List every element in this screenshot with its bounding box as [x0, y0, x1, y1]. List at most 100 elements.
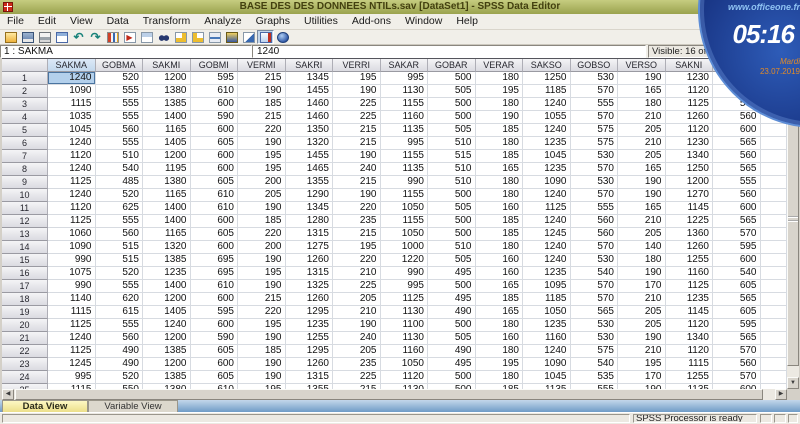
data-cell[interactable]: 240 [333, 163, 381, 176]
data-cell[interactable]: 1295 [286, 345, 334, 358]
data-cell[interactable]: 1230 [666, 72, 714, 85]
data-cell[interactable]: 1240 [143, 319, 191, 332]
data-cell[interactable]: 510 [428, 176, 476, 189]
data-cell[interactable]: 490 [428, 306, 476, 319]
data-cell[interactable]: 570 [571, 241, 619, 254]
data-cell[interactable]: 195 [238, 267, 286, 280]
data-cell[interactable]: 1260 [666, 241, 714, 254]
row-number[interactable]: 14 [2, 241, 48, 254]
row-number[interactable]: 6 [2, 137, 48, 150]
menu-file[interactable]: File [0, 14, 31, 29]
data-cell[interactable]: 605 [713, 306, 761, 319]
data-cell[interactable]: 1240 [523, 345, 571, 358]
data-cell[interactable]: 565 [713, 293, 761, 306]
data-cell[interactable]: 195 [238, 163, 286, 176]
redo-button[interactable]: ↷ [87, 30, 104, 44]
data-cell[interactable]: 190 [238, 371, 286, 384]
data-cell-clipped[interactable] [761, 319, 788, 332]
data-cell[interactable]: 1295 [286, 306, 334, 319]
data-cell[interactable]: 1135 [381, 163, 429, 176]
data-cell[interactable]: 990 [48, 254, 96, 267]
data-cell[interactable]: 600 [713, 254, 761, 267]
data-cell[interactable]: 180 [476, 98, 524, 111]
data-cell[interactable]: 1355 [286, 176, 334, 189]
data-cell[interactable]: 1135 [381, 124, 429, 137]
data-cell[interactable]: 595 [713, 319, 761, 332]
data-cell[interactable]: 1055 [523, 111, 571, 124]
data-cell[interactable]: 605 [191, 371, 239, 384]
data-cell[interactable]: 185 [476, 215, 524, 228]
data-cell[interactable]: 1120 [666, 124, 714, 137]
data-cell[interactable]: 1380 [143, 85, 191, 98]
row-number[interactable]: 20 [2, 319, 48, 332]
data-cell[interactable]: 210 [618, 345, 666, 358]
data-cell[interactable]: 520 [96, 189, 144, 202]
data-cell[interactable]: 555 [96, 98, 144, 111]
data-cell[interactable]: 995 [381, 72, 429, 85]
data-cell[interactable]: 1125 [381, 293, 429, 306]
data-cell[interactable]: 530 [571, 332, 619, 345]
data-cell[interactable]: 1155 [381, 98, 429, 111]
data-cell[interactable]: 610 [191, 85, 239, 98]
data-cell[interactable]: 185 [238, 215, 286, 228]
data-cell[interactable]: 490 [96, 358, 144, 371]
data-cell[interactable]: 520 [96, 267, 144, 280]
data-cell[interactable]: 565 [571, 306, 619, 319]
data-cell[interactable]: 180 [476, 319, 524, 332]
data-cell[interactable]: 595 [191, 72, 239, 85]
tab-variable-view[interactable]: Variable View [88, 400, 178, 412]
data-cell[interactable]: 490 [96, 345, 144, 358]
data-cell[interactable]: 1270 [666, 189, 714, 202]
data-cell[interactable]: 180 [476, 137, 524, 150]
data-cell[interactable]: 220 [238, 228, 286, 241]
data-cell[interactable]: 1360 [666, 228, 714, 241]
data-cell[interactable]: 570 [571, 163, 619, 176]
data-cell[interactable]: 195 [618, 358, 666, 371]
data-cell[interactable]: 505 [428, 254, 476, 267]
data-cell[interactable]: 190 [618, 72, 666, 85]
data-cell[interactable]: 1240 [48, 332, 96, 345]
data-cell[interactable]: 1240 [48, 137, 96, 150]
data-cell[interactable]: 605 [191, 345, 239, 358]
data-cell[interactable]: 620 [96, 293, 144, 306]
data-cell[interactable]: 515 [96, 254, 144, 267]
data-cell[interactable]: 1090 [523, 358, 571, 371]
data-cell[interactable]: 1460 [286, 111, 334, 124]
data-cell[interactable]: 190 [333, 150, 381, 163]
data-cell[interactable]: 575 [571, 345, 619, 358]
data-cell[interactable]: 1155 [381, 150, 429, 163]
data-cell[interactable]: 190 [238, 358, 286, 371]
data-cell[interactable]: 560 [96, 332, 144, 345]
menu-transform[interactable]: Transform [136, 14, 197, 29]
data-cell[interactable]: 1260 [286, 293, 334, 306]
data-cell[interactable]: 195 [333, 241, 381, 254]
data-cell[interactable]: 1325 [286, 280, 334, 293]
data-cell[interactable]: 1400 [143, 215, 191, 228]
data-cell[interactable]: 1200 [666, 176, 714, 189]
data-cell[interactable]: 240 [333, 332, 381, 345]
data-cell[interactable]: 600 [191, 124, 239, 137]
column-header-sakmi[interactable]: SAKMI [143, 59, 191, 72]
row-number[interactable]: 5 [2, 124, 48, 137]
insert-cases-button[interactable] [172, 30, 189, 44]
data-cell[interactable]: 220 [238, 306, 286, 319]
data-cell[interactable]: 600 [191, 163, 239, 176]
data-cell[interactable]: 555 [96, 280, 144, 293]
data-cell[interactable]: 1000 [381, 241, 429, 254]
data-cell[interactable]: 695 [191, 254, 239, 267]
column-header-vermi[interactable]: VERMI [238, 59, 286, 72]
data-cell[interactable]: 1140 [48, 293, 96, 306]
data-cell[interactable]: 570 [571, 293, 619, 306]
row-number[interactable]: 21 [2, 332, 48, 345]
data-cell[interactable]: 1400 [143, 280, 191, 293]
data-cell[interactable]: 1200 [143, 332, 191, 345]
data-cell[interactable]: 1240 [523, 124, 571, 137]
data-cell[interactable]: 215 [238, 111, 286, 124]
column-header-sakni[interactable]: SAKNI [666, 59, 714, 72]
data-cell[interactable]: 180 [476, 241, 524, 254]
data-cell[interactable]: 505 [428, 85, 476, 98]
data-cell[interactable]: 560 [713, 150, 761, 163]
data-cell-clipped[interactable] [761, 189, 788, 202]
data-cell[interactable]: 190 [333, 189, 381, 202]
data-cell[interactable]: 605 [713, 280, 761, 293]
